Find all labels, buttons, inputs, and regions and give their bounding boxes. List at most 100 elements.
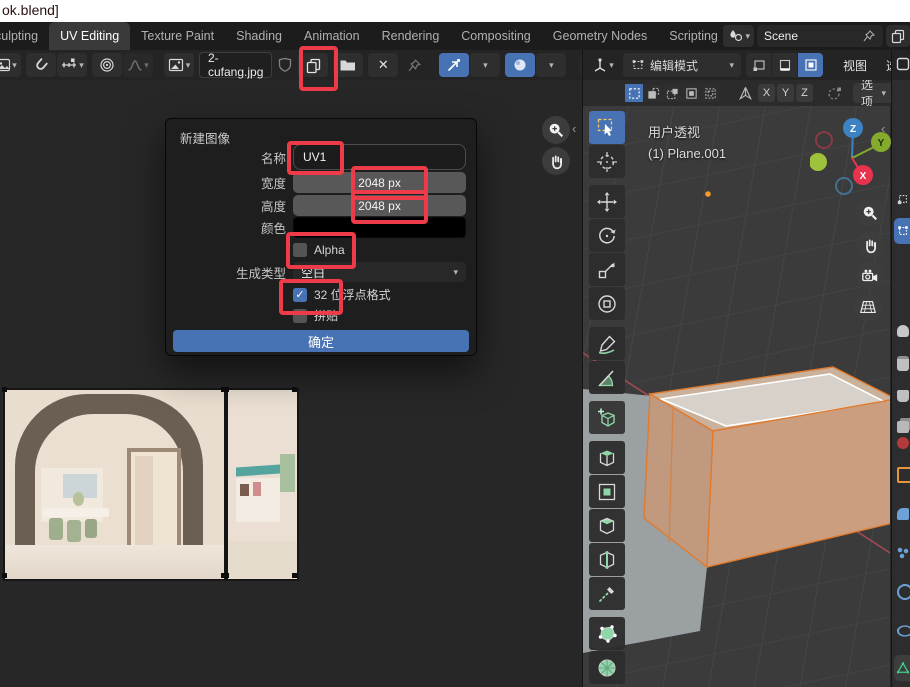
uv-snap-dropdown[interactable]: ▾ [470, 53, 500, 77]
tab-shading[interactable]: Shading [225, 22, 293, 50]
tool-rotate[interactable] [589, 219, 625, 252]
tool-select-box[interactable] [589, 111, 625, 144]
new-image-button[interactable] [298, 53, 328, 77]
tool-add-cube[interactable] [589, 401, 625, 434]
mirror-z-toggle[interactable]: Z [796, 84, 813, 102]
tab-compositing[interactable]: Compositing [450, 22, 541, 50]
tool-extrude-region[interactable] [589, 441, 625, 474]
tool-poly-build[interactable] [589, 617, 625, 650]
tab-sculpting[interactable]: culpting [0, 22, 49, 50]
snap-target-dropdown[interactable]: ▾ [57, 53, 87, 77]
mode-dropdown[interactable]: 编辑模式 ▾ [623, 53, 741, 77]
image-name-field[interactable]: 2-cufang.jpg [199, 52, 272, 78]
new-scene-button[interactable] [886, 25, 910, 47]
mirror-y-toggle[interactable]: Y [777, 84, 794, 102]
height-slider[interactable]: 2048 px [293, 195, 466, 216]
mirror-x-toggle[interactable]: X [758, 84, 775, 102]
width-slider[interactable]: 2048 px [293, 172, 466, 193]
image-browse-button[interactable]: ▾ [164, 53, 194, 77]
tab-texture-paint[interactable]: Texture Paint [130, 22, 225, 50]
navigation-gizmo[interactable]: Z Y X [810, 116, 892, 198]
viewport-camera-button[interactable] [856, 262, 884, 290]
tab-geometry-nodes[interactable]: Geometry Nodes [542, 22, 658, 50]
uv-snap-button[interactable] [439, 53, 469, 77]
float32-checkbox[interactable]: ✓ [293, 288, 307, 302]
tool-bevel[interactable] [589, 509, 625, 542]
options-dropdown[interactable]: 选项 ▾ [853, 83, 894, 103]
editor-type-button-image[interactable]: ▾ [0, 53, 21, 77]
chevron-down-icon: ▾ [483, 61, 488, 70]
props-world-tab[interactable] [894, 430, 910, 456]
scene-name-field[interactable]: Scene [757, 25, 883, 47]
select-extend-toggle[interactable] [644, 84, 662, 102]
alpha-checkbox[interactable] [293, 243, 307, 257]
ok-button[interactable]: 确定 [173, 330, 469, 352]
viewport-pan-button[interactable] [856, 231, 884, 259]
edge-select-button[interactable] [772, 53, 797, 77]
display-channels-button[interactable] [505, 53, 535, 77]
generated-type-dropdown[interactable]: 空白 ▾ [293, 262, 466, 282]
gizmo-neg-z-axis [836, 178, 852, 194]
face-select-button[interactable] [798, 53, 823, 77]
tool-transform[interactable] [589, 287, 625, 320]
tool-measure[interactable] [589, 361, 625, 394]
editor-type-button-3d[interactable]: ▾ [588, 53, 618, 77]
select-new-toggle[interactable] [625, 84, 643, 102]
falloff-curve-dropdown[interactable]: ▾ [123, 53, 153, 77]
generated-type-value: 空白 [301, 264, 325, 281]
tool-loop-cut[interactable] [589, 543, 625, 576]
tool-scale[interactable] [589, 253, 625, 286]
shield-fake-user-icon[interactable] [277, 57, 293, 73]
scene-browse-button[interactable]: ▾ [723, 25, 754, 47]
tool-move[interactable] [589, 185, 625, 218]
props-output-tab[interactable] [894, 383, 910, 409]
viewport-ortho-button[interactable] [854, 293, 882, 321]
mirror-icon[interactable] [737, 85, 754, 101]
props-active-tool-tab[interactable] [894, 186, 910, 212]
props-constraints-tab[interactable] [894, 618, 910, 644]
select-intersect-toggle[interactable] [701, 84, 719, 102]
open-image-button[interactable] [333, 53, 363, 77]
uv-zoom-button[interactable] [542, 116, 570, 144]
color-swatch[interactable] [293, 217, 466, 238]
vertex-select-button[interactable] [746, 53, 771, 77]
select-invert-toggle[interactable] [682, 84, 700, 102]
pin-icon[interactable] [862, 29, 876, 43]
uv-sidebar-collapse[interactable]: ‹ [572, 121, 576, 136]
tab-animation[interactable]: Animation [293, 22, 371, 50]
tab-rendering[interactable]: Rendering [371, 22, 451, 50]
viewport-sidebar-collapse[interactable]: ‹ [881, 121, 885, 136]
props-object-tab[interactable] [894, 462, 910, 488]
uv-image-preview[interactable] [3, 388, 299, 581]
active-object-label: (1) Plane.001 [648, 143, 726, 164]
tool-inset-faces[interactable] [589, 475, 625, 508]
tiled-checkbox[interactable] [293, 309, 307, 323]
tool-annotate[interactable] [589, 327, 625, 360]
props-render-tab[interactable] [894, 350, 910, 376]
snap-falloff-icon[interactable] [827, 85, 843, 101]
tool-knife[interactable] [589, 577, 625, 610]
pin-image-icon[interactable] [407, 58, 422, 73]
viewport-zoom-button[interactable] [856, 199, 884, 227]
tab-scripting[interactable]: Scripting [658, 22, 723, 50]
tool-spin[interactable] [589, 651, 625, 684]
chevron-down-icon: ▾ [12, 61, 17, 70]
snap-magnet-button[interactable] [26, 53, 56, 77]
props-physics-tab[interactable] [894, 579, 910, 605]
uv-pan-button[interactable] [542, 147, 570, 175]
props-modifiers-tab[interactable] [894, 501, 910, 527]
name-input[interactable]: UV1 [293, 144, 466, 170]
props-data-tab-active[interactable] [894, 655, 910, 681]
unlink-image-button[interactable]: ✕ [368, 53, 398, 77]
props-particles-tab[interactable] [894, 540, 910, 566]
proportional-editing-button[interactable] [92, 53, 122, 77]
select-subtract-toggle[interactable] [663, 84, 681, 102]
origin-point [705, 191, 711, 197]
props-edit-tab-active[interactable] [894, 218, 910, 244]
tab-uv-editing[interactable]: UV Editing [49, 22, 130, 50]
tool-cursor[interactable] [589, 145, 625, 178]
display-channels-dropdown[interactable]: ▾ [536, 53, 566, 77]
window-title: ok.blend] [2, 2, 59, 18]
props-tool-tab[interactable] [894, 318, 910, 344]
menu-view[interactable]: 视图 [836, 57, 874, 74]
